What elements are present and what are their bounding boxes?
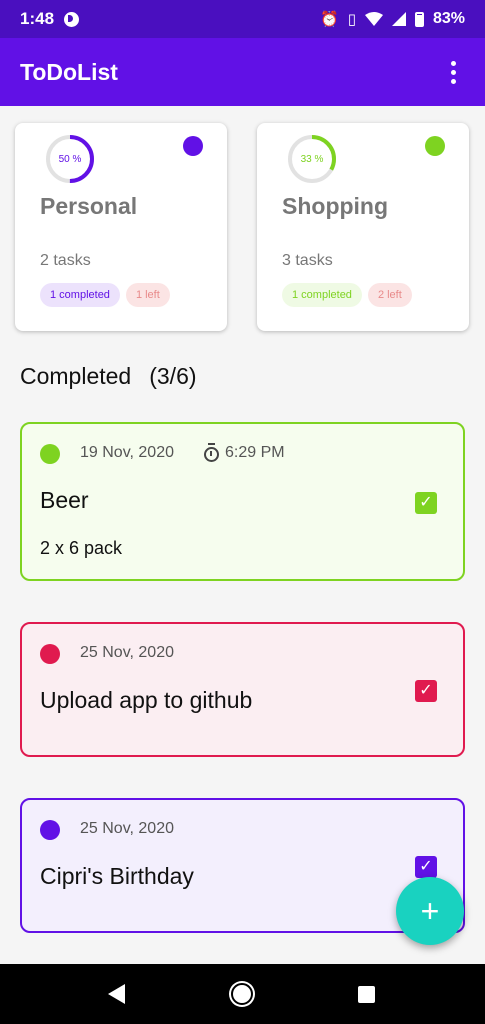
status-bar: 1:48 ⏰ ▯ 83%	[0, 0, 485, 38]
task-color-dot	[40, 820, 60, 840]
task-checkbox[interactable]: ✓	[415, 680, 437, 702]
task-time-label: 6:29 PM	[225, 444, 285, 461]
task-card[interactable]: 25 Nov, 2020 Upload app to github ✓	[20, 622, 465, 757]
app-title: ToDoList	[20, 58, 118, 85]
notification-icon	[64, 11, 80, 27]
task-note: 2 x 6 pack	[40, 538, 123, 558]
progress-label: 50 %	[58, 153, 82, 165]
task-date: 25 Nov, 2020	[80, 644, 174, 661]
timer-icon	[204, 442, 219, 462]
task-date: 25 Nov, 2020	[80, 820, 174, 837]
task-checkbox[interactable]: ✓	[415, 856, 437, 878]
task-title: Upload app to github	[40, 687, 253, 713]
task-color-dot	[40, 644, 60, 664]
left-chip: 1 left	[125, 283, 170, 307]
category-color-dot	[425, 136, 445, 156]
section-count: (3/6)	[149, 363, 197, 389]
completed-chip: 1 completed	[282, 283, 362, 307]
task-checkbox[interactable]: ✓	[415, 492, 437, 514]
completed-chip: 1 completed	[40, 283, 120, 307]
left-chip: 2 left	[367, 283, 412, 307]
section-header: Completed (3/6)	[20, 363, 197, 390]
signal-icon	[391, 12, 406, 26]
task-date: 19 Nov, 2020	[80, 444, 174, 461]
app-bar: ToDoList	[0, 38, 485, 106]
task-card[interactable]: 19 Nov, 2020 6:29 PM Beer 2 x 6 pack ✓	[20, 422, 465, 581]
section-title: Completed	[20, 363, 132, 389]
task-title: Cipri's Birthday	[40, 863, 194, 889]
task-time: 6:29 PM	[204, 442, 285, 462]
add-task-button[interactable]: +	[396, 877, 464, 945]
category-task-count: 3 tasks	[282, 252, 333, 269]
battery-level: 83%	[432, 10, 465, 27]
status-time: 1:48	[20, 9, 55, 28]
system-nav-bar	[0, 964, 485, 1024]
category-name: Personal	[40, 193, 138, 219]
status-icons: ⏰ ▯ 83%	[320, 10, 465, 28]
category-card-shopping[interactable]: 33 % Shopping 3 tasks 1 completed 2 left	[257, 123, 469, 331]
category-color-dot	[183, 136, 203, 156]
category-name: Shopping	[282, 193, 389, 219]
task-color-dot	[40, 444, 60, 464]
battery-icon	[414, 11, 424, 27]
task-title: Beer	[40, 487, 89, 513]
wifi-icon	[364, 12, 383, 26]
recents-icon[interactable]	[358, 986, 375, 1003]
category-card-personal[interactable]: 50 % Personal 2 tasks 1 completed 1 left	[15, 123, 227, 331]
alarm-icon: ⏰	[320, 10, 339, 28]
back-icon[interactable]	[108, 984, 125, 1004]
progress-label: 33 %	[300, 153, 324, 165]
home-icon[interactable]	[231, 983, 253, 1005]
plus-icon: +	[420, 893, 440, 929]
more-vert-icon[interactable]	[441, 58, 465, 86]
category-task-count: 2 tasks	[40, 252, 91, 269]
vibrate-icon: ▯	[347, 10, 356, 28]
